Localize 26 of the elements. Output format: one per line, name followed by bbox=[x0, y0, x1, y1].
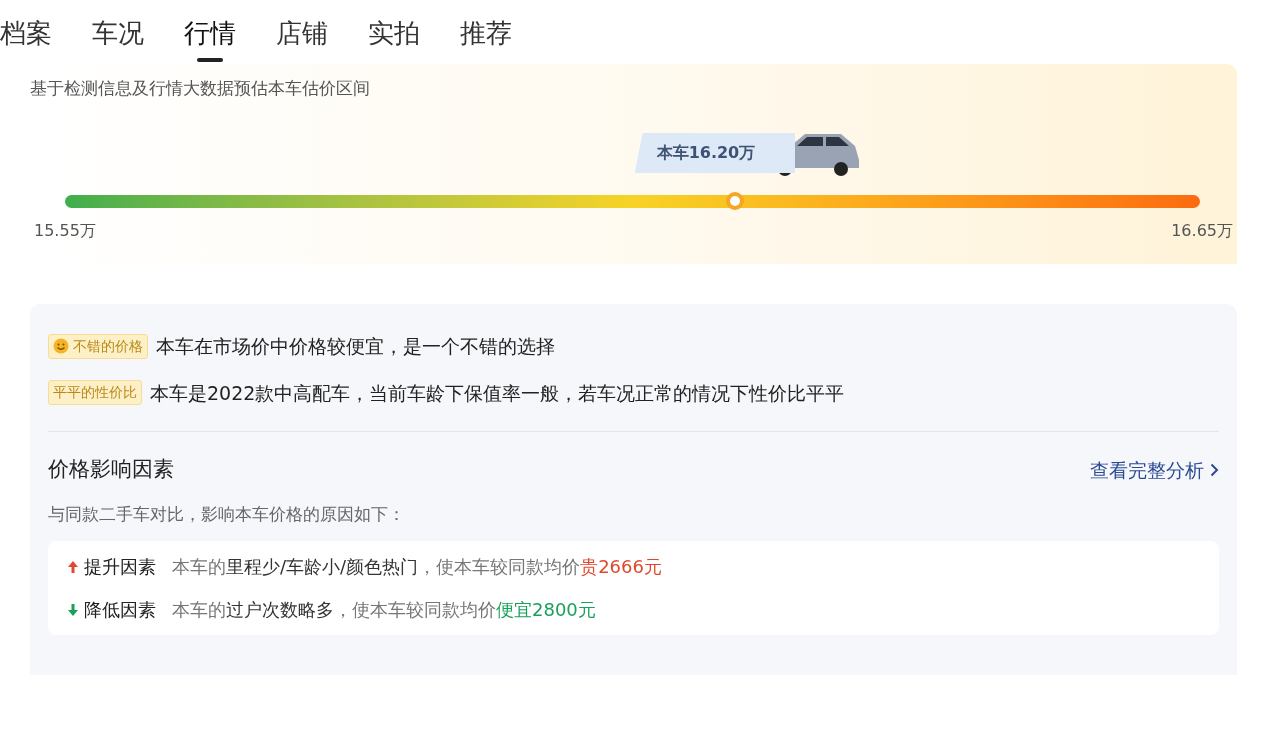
full-analysis-link[interactable]: 查看完整分析 bbox=[1090, 455, 1219, 484]
tab[interactable]: 行情 bbox=[184, 14, 236, 64]
min-price-label: 15.55万 bbox=[34, 220, 96, 242]
up-arrow-icon bbox=[68, 560, 78, 573]
chevron-right-icon bbox=[1210, 462, 1219, 477]
down-arrow-icon bbox=[68, 603, 78, 616]
verdict-text: 本车是2022款中高配车，当前车龄下保值率一般，若车况正常的情况下性价比平平 bbox=[150, 380, 845, 406]
smile-icon bbox=[53, 338, 69, 355]
tab-underline bbox=[197, 58, 223, 62]
estimate-caption: 基于检测信息及行情大数据预估本车估价区间 bbox=[30, 77, 370, 100]
factor-text: 本车的里程少/车龄小/颜色热门，使本车较同款均价贵2666元 bbox=[172, 555, 662, 579]
tab[interactable]: 店铺 bbox=[276, 14, 328, 64]
price-callout: 本车16.20万 bbox=[634, 133, 796, 173]
tab[interactable]: 档案 bbox=[0, 14, 52, 64]
section-subtitle: 与同款二手车对比，影响本车价格的原因如下： bbox=[48, 502, 406, 526]
verdict-tag: 平平的性价比 bbox=[48, 380, 142, 406]
tab[interactable]: 推荐 bbox=[460, 14, 512, 64]
factor-text: 本车的过户次数略多，使本车较同款均价便宜2800元 bbox=[172, 598, 596, 622]
section-title: 价格影响因素 bbox=[48, 456, 174, 483]
verdict-text: 本车在市场价中价格较便宜，是一个不错的选择 bbox=[156, 334, 555, 359]
tab[interactable]: 车况 bbox=[92, 14, 144, 64]
factor-label: 降低因素 bbox=[84, 598, 156, 622]
verdict-tag: 不错的价格 bbox=[48, 333, 148, 359]
factor-label: 提升因素 bbox=[84, 555, 156, 579]
max-price-label: 16.65万 bbox=[1171, 220, 1233, 242]
tab[interactable]: 实拍 bbox=[368, 14, 420, 64]
